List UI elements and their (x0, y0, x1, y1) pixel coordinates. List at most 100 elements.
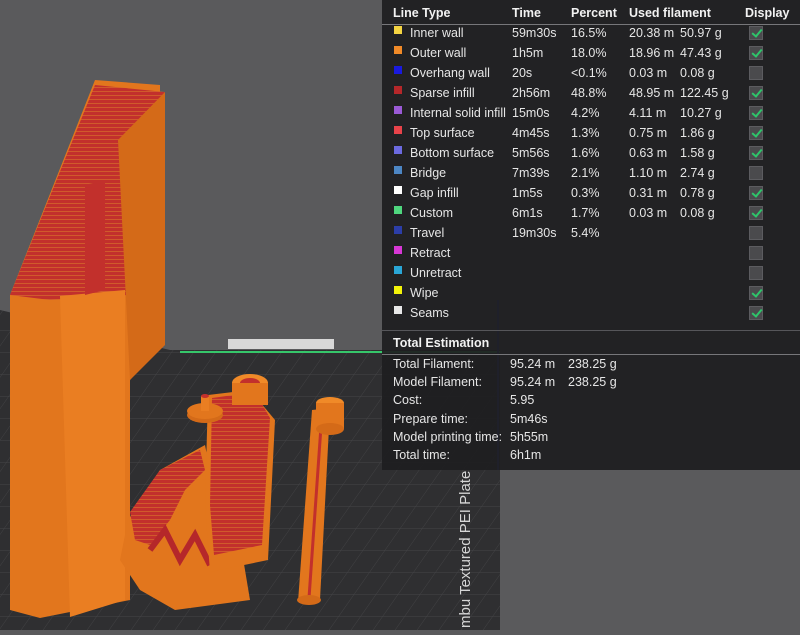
line-type-weight: 1.86 g (680, 126, 715, 140)
line-type-time: 59m30s (512, 26, 557, 40)
display-checkbox[interactable] (749, 146, 763, 160)
line-type-swatch (394, 106, 402, 114)
line-type-weight: 0.08 g (680, 66, 715, 80)
total-row: Total time: 6h1m (382, 447, 800, 465)
display-checkbox[interactable] (749, 26, 763, 40)
total-estimation-title: Total Estimation (393, 336, 490, 350)
line-type-label: Bottom surface (410, 146, 495, 160)
line-type-length: 0.31 m (629, 186, 668, 200)
line-type-percent: 4.2% (571, 106, 600, 120)
display-checkbox[interactable] (749, 306, 763, 320)
line-type-time: 1m5s (512, 186, 543, 200)
line-type-swatch (394, 186, 402, 194)
total-value: 5m46s (510, 411, 548, 426)
line-type-row[interactable]: Wipe (382, 284, 800, 304)
display-checkbox[interactable] (749, 46, 763, 60)
total-value-secondary: 238.25 g (568, 357, 617, 371)
line-type-time: 2h56m (512, 86, 551, 100)
display-checkbox[interactable] (749, 126, 763, 140)
display-checkbox[interactable] (749, 106, 763, 120)
line-type-label: Seams (410, 306, 449, 320)
total-row: Model Filament: 95.24 m 238.25 g (382, 374, 800, 392)
line-type-row[interactable]: Seams (382, 304, 800, 324)
line-type-row[interactable]: Overhang wall 20s <0.1% 0.03 m 0.08 g (382, 64, 800, 84)
line-type-label: Travel (410, 226, 445, 240)
line-type-length: 20.38 m (629, 26, 675, 40)
line-type-swatch (394, 146, 402, 154)
line-type-length: 0.03 m (629, 66, 668, 80)
display-checkbox[interactable] (749, 226, 763, 240)
total-row: Total Filament: 95.24 m 238.25 g (382, 356, 800, 374)
display-checkbox[interactable] (749, 206, 763, 220)
line-type-label: Overhang wall (410, 66, 490, 80)
line-type-percent: 0.3% (571, 186, 600, 200)
display-checkbox[interactable] (749, 246, 763, 260)
line-type-row[interactable]: Travel 19m30s 5.4% (382, 224, 800, 244)
plate-qr-strip (228, 339, 334, 349)
line-type-label: Outer wall (410, 46, 467, 60)
line-type-time: 1h5m (512, 46, 544, 60)
display-checkbox[interactable] (749, 266, 763, 280)
line-type-length: 0.75 m (629, 126, 668, 140)
display-checkbox[interactable] (749, 286, 763, 300)
gcode-legend-panel: Line Type Time Percent Used filament Dis… (382, 0, 800, 470)
total-row: Model printing time: 5h55m (382, 429, 800, 447)
line-type-swatch (394, 126, 402, 134)
line-type-time: 6m1s (512, 206, 543, 220)
line-type-row[interactable]: Internal solid infill 15m0s 4.2% 4.11 m 10.2… (382, 104, 800, 124)
total-label: Total Filament: (393, 357, 475, 371)
line-type-percent: 1.3% (571, 126, 600, 140)
line-type-percent: 18.0% (571, 46, 607, 60)
header-display: Display (745, 6, 790, 20)
line-type-row[interactable]: Custom 6m1s 1.7% 0.03 m 0.08 g (382, 204, 800, 224)
line-type-percent: 2.1% (571, 166, 600, 180)
display-checkbox[interactable] (749, 86, 763, 100)
line-type-label: Internal solid infill (410, 106, 506, 120)
line-type-time: 20s (512, 66, 533, 80)
line-type-percent: 48.8% (571, 86, 607, 100)
display-checkbox[interactable] (749, 166, 763, 180)
line-type-weight: 122.45 g (680, 86, 729, 100)
section-divider (382, 330, 800, 331)
total-divider (382, 354, 800, 355)
total-value-secondary: 238.25 g (568, 375, 617, 390)
line-type-row[interactable]: Top surface 4m45s 1.3% 0.75 m 1.86 g (382, 124, 800, 144)
line-type-length: 48.95 m (629, 86, 675, 100)
plate-label: mbu Textured PEI Plate (457, 471, 474, 628)
display-checkbox[interactable] (749, 186, 763, 200)
line-type-row[interactable]: Inner wall 59m30s 16.5% 20.38 m 50.97 g (382, 24, 800, 44)
total-value: 95.24 m (510, 375, 556, 390)
line-type-length: 18.96 m (629, 46, 675, 60)
total-value: 5.95 (510, 393, 535, 408)
line-type-swatch (394, 46, 402, 54)
line-type-weight: 2.74 g (680, 166, 715, 180)
header-used-filament: Used filament (629, 6, 711, 20)
line-type-weight: 1.58 g (680, 146, 715, 160)
line-type-row[interactable]: Unretract (382, 264, 800, 284)
line-type-swatch (394, 166, 402, 174)
line-type-swatch (394, 246, 402, 254)
line-type-time: 19m30s (512, 226, 557, 240)
total-row: Cost: 5.95 (382, 392, 800, 410)
line-type-time: 4m45s (512, 126, 550, 140)
line-type-length: 1.10 m (629, 166, 668, 180)
line-type-label: Top surface (410, 126, 475, 140)
line-type-length: 0.63 m (629, 146, 668, 160)
line-type-row[interactable]: Bottom surface 5m56s 1.6% 0.63 m 1.58 g (382, 144, 800, 164)
line-type-row[interactable]: Gap infill 1m5s 0.3% 0.31 m 0.78 g (382, 184, 800, 204)
line-type-label: Inner wall (410, 26, 464, 40)
line-type-swatch (394, 226, 402, 234)
total-value: 95.24 m (510, 357, 556, 371)
line-type-row[interactable]: Retract (382, 244, 800, 264)
model-angled-bar[interactable] (205, 374, 275, 572)
line-type-row[interactable]: Outer wall 1h5m 18.0% 18.96 m 47.43 g (382, 44, 800, 64)
line-type-row[interactable]: Bridge 7m39s 2.1% 1.10 m 2.74 g (382, 164, 800, 184)
line-type-row[interactable]: Sparse infill 2h56m 48.8% 48.95 m 122.45 g (382, 84, 800, 104)
line-type-swatch (394, 266, 402, 274)
line-type-weight: 0.08 g (680, 206, 715, 220)
line-type-label: Retract (410, 246, 451, 260)
line-type-weight: 50.97 g (680, 26, 722, 40)
header-line-type: Line Type (393, 6, 451, 20)
display-checkbox[interactable] (749, 66, 763, 80)
line-type-swatch (394, 206, 402, 214)
